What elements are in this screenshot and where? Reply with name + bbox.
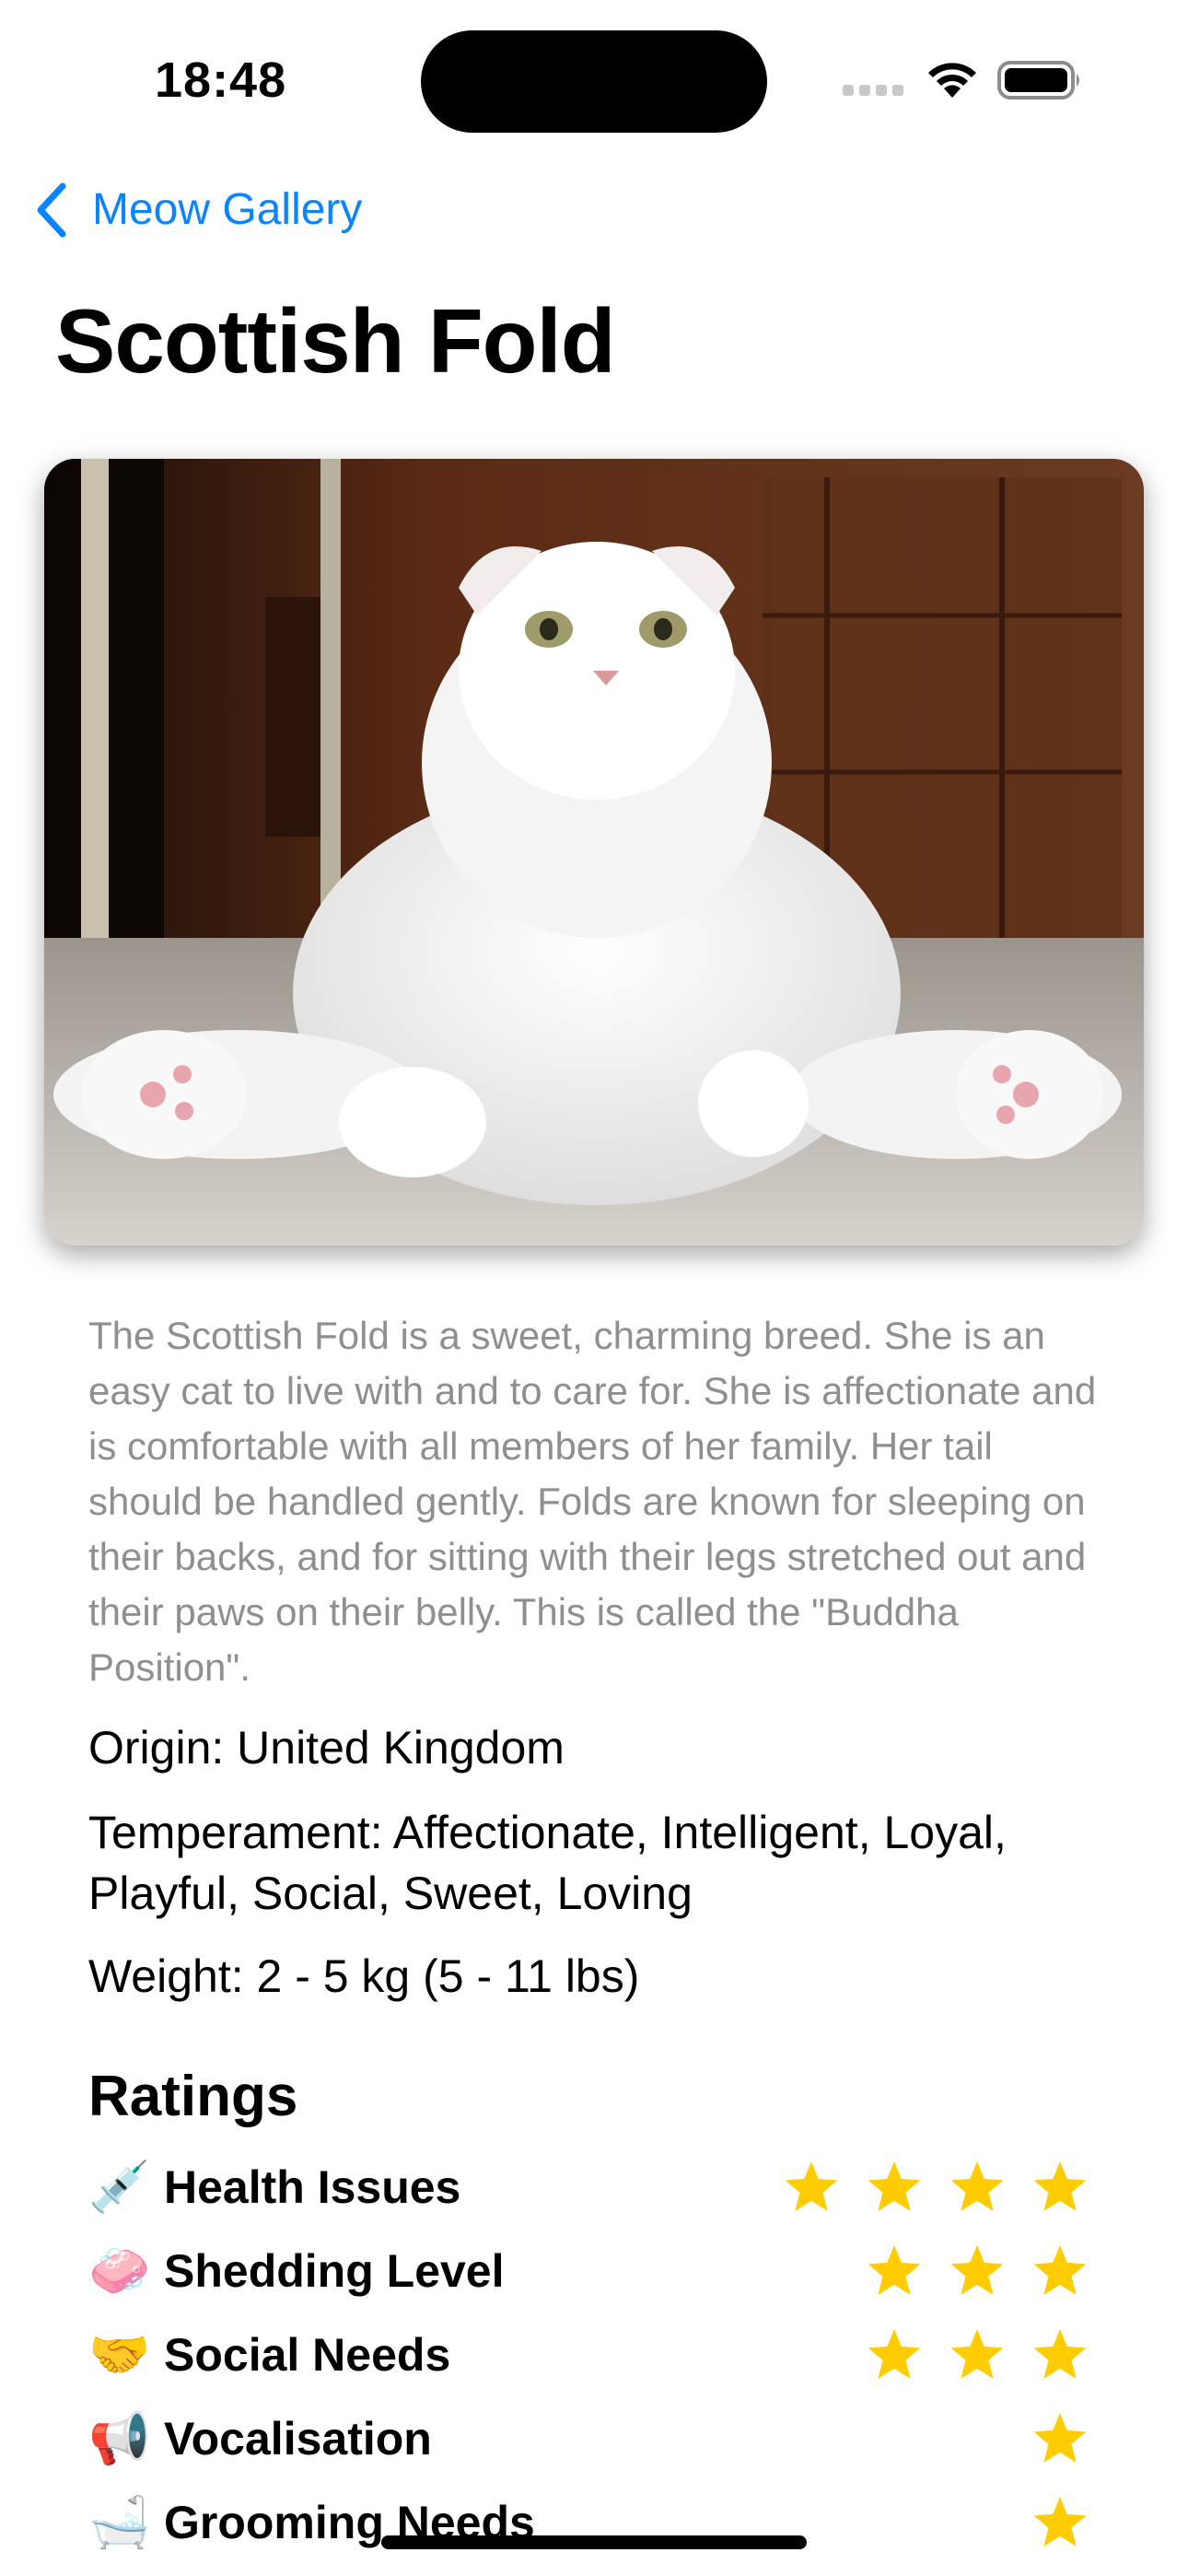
back-button-label: Meow Gallery	[92, 185, 363, 234]
star-icon	[936, 2318, 1019, 2392]
rating-label: Shedding Level	[164, 2245, 505, 2297]
ratings-title: Ratings	[88, 2065, 298, 2128]
star-icon	[1019, 2486, 1101, 2559]
status-time: 18:48	[155, 53, 287, 108]
breed-weight: Weight: 2 - 5 kg (5 - 11 lbs)	[88, 1950, 640, 2002]
rating-stars	[1019, 2402, 1101, 2476]
star-icon	[1019, 2318, 1101, 2392]
chevron-left-icon	[37, 182, 66, 238]
rating-label: Health Issues	[164, 2161, 461, 2213]
star-icon	[853, 2318, 936, 2392]
cellular-signal-icon	[843, 85, 903, 98]
star-icon	[1019, 2402, 1101, 2476]
battery-icon	[997, 60, 1084, 100]
loudspeaker-icon: 📢	[88, 2409, 151, 2467]
star-icon	[936, 2150, 1019, 2224]
soap-icon: 🧼	[88, 2242, 151, 2300]
star-icon	[770, 2150, 853, 2224]
rating-row-vocalisation: 📢 Vocalisation	[88, 2402, 1101, 2476]
rating-row-social-needs: 🤝 Social Needs	[88, 2318, 1101, 2392]
star-icon	[853, 2234, 936, 2308]
rating-row-health-issues: 💉 Health Issues	[88, 2150, 1101, 2224]
rating-stars	[853, 2234, 1101, 2308]
rating-label: Vocalisation	[164, 2413, 432, 2465]
rating-stars	[770, 2150, 1101, 2224]
breed-origin: Origin: United Kingdom	[88, 1722, 565, 1774]
star-icon	[1019, 2234, 1101, 2308]
handshake-icon: 🤝	[88, 2325, 151, 2383]
page-title: Scottish Fold	[55, 290, 616, 392]
rating-row-shedding-level: 🧼 Shedding Level	[88, 2234, 1101, 2308]
home-indicator[interactable]	[381, 2535, 807, 2549]
dynamic-island	[421, 30, 767, 133]
breed-photo	[44, 459, 1144, 1246]
breed-description: The Scottish Fold is a sweet, charming b…	[88, 1314, 1097, 1689]
rating-stars	[853, 2318, 1101, 2392]
star-icon	[853, 2150, 936, 2224]
breed-temperament: Temperament: Affectionate, Intelligent, …	[88, 1807, 1007, 1919]
star-icon	[1019, 2150, 1101, 2224]
syringe-icon: 💉	[88, 2158, 151, 2216]
back-button[interactable]: Meow Gallery	[33, 181, 362, 240]
star-icon	[936, 2234, 1019, 2308]
bathtub-icon: 🛁	[88, 2493, 151, 2551]
wifi-icon	[924, 57, 981, 100]
rating-label: Social Needs	[164, 2329, 451, 2381]
rating-stars	[1019, 2486, 1101, 2559]
